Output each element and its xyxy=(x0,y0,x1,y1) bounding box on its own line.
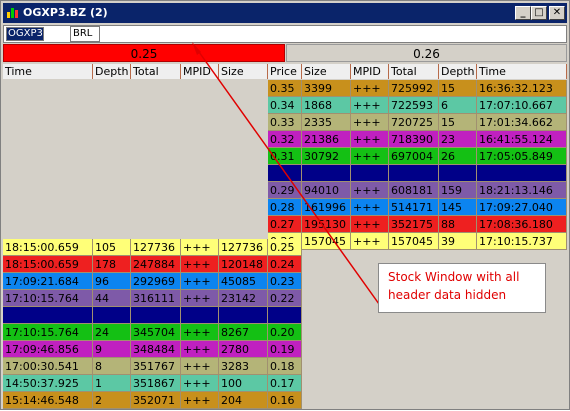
stock-window: OGXP3.BZ (2) _ □ ✕ OGXP3 BRL 0.25 0.26 T… xyxy=(0,0,570,410)
annotation-line-2: header data hidden xyxy=(388,288,507,302)
arrow-line xyxy=(193,44,380,305)
annotation-callout: Stock Window with all header data hidden xyxy=(378,263,546,313)
annotation-arrow xyxy=(192,42,380,305)
annotation-line-1: Stock Window with all xyxy=(388,270,520,284)
